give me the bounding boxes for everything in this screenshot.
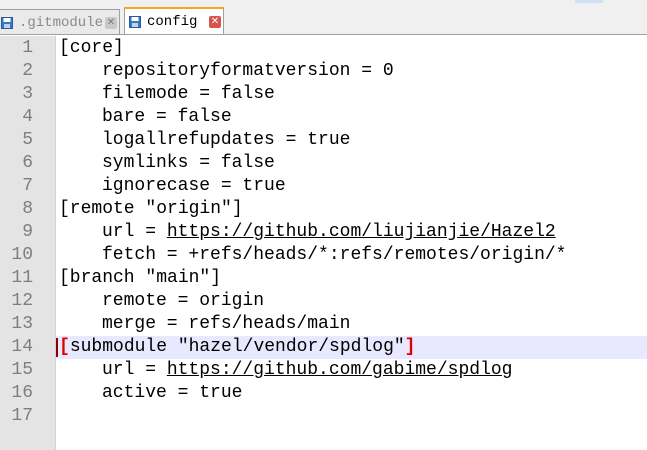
code-line[interactable]: 7 ignorecase = true	[0, 175, 647, 198]
code-line[interactable]: 8 [remote "origin"]	[0, 198, 647, 221]
code-text: fetch = +refs/heads/*:refs/remotes/origi…	[102, 245, 567, 265]
saved-file-icon	[1, 16, 13, 29]
line-number: 1	[22, 38, 33, 58]
tab-label: .gitmodules	[19, 14, 104, 31]
line-text: [remote "origin"]	[59, 198, 243, 221]
code-text: filemode = false	[102, 84, 275, 104]
code-line[interactable]: 12 remote = origin	[0, 290, 647, 313]
line-text: symlinks = false	[59, 152, 275, 175]
line-number: 2	[22, 61, 33, 81]
url-link[interactable]: https://github.com/liujianjie/Hazel2	[167, 222, 556, 242]
code-line[interactable]: 4 bare = false	[0, 106, 647, 129]
code-text: [core]	[59, 38, 124, 58]
code-text: active = true	[102, 383, 243, 403]
code-text: [remote "origin"]	[59, 199, 243, 219]
code-line[interactable]: 16 active = true	[0, 382, 647, 405]
code-text: remote = origin	[102, 291, 265, 311]
code-line[interactable]: 6 symlinks = false	[0, 152, 647, 175]
code-text: logallrefupdates = true	[102, 130, 351, 150]
line-number: 9	[22, 222, 33, 242]
line-text: logallrefupdates = true	[59, 129, 350, 152]
line-text: [submodule "hazel/vendor/spdlog"]	[59, 336, 415, 359]
code-line[interactable]: 13 merge = refs/heads/main	[0, 313, 647, 336]
code-line[interactable]: 15 url = https://github.com/gabime/spdlog	[0, 359, 647, 382]
line-number: 7	[22, 176, 33, 196]
line-text: repositoryformatversion = 0	[59, 60, 394, 83]
line-number: 12	[11, 291, 33, 311]
line-text: filemode = false	[59, 83, 275, 106]
line-text: [branch "main"]	[59, 267, 221, 290]
line-number: 11	[11, 268, 33, 288]
code-text: submodule "hazel/vendor/spdlog"	[69, 337, 405, 357]
code-text: symlinks = false	[102, 153, 275, 173]
line-text: [core]	[59, 37, 124, 60]
line-number: 16	[11, 383, 33, 403]
line-text: fetch = +refs/heads/*:refs/remotes/origi…	[59, 244, 566, 267]
code-text: ignorecase = true	[102, 176, 286, 196]
url-link[interactable]: https://github.com/gabime/spdlog	[167, 360, 513, 380]
code-line[interactable]: 2 repositoryformatversion = 0	[0, 60, 647, 83]
line-number: 14	[11, 337, 33, 357]
line-number: 6	[22, 153, 33, 173]
line-text: ignorecase = true	[59, 175, 286, 198]
line-text: bare = false	[59, 106, 232, 129]
line-text: merge = refs/heads/main	[59, 313, 350, 336]
line-text: url = https://github.com/liujianjie/Haze…	[59, 221, 556, 244]
line-number: 4	[22, 107, 33, 127]
code-line[interactable]: 5 logallrefupdates = true	[0, 129, 647, 152]
code-line[interactable]: 11 [branch "main"]	[0, 267, 647, 290]
code-text: repositoryformatversion = 0	[102, 61, 394, 81]
matched-bracket: ]	[404, 337, 416, 357]
close-icon[interactable]: ✕	[209, 16, 221, 28]
line-text: remote = origin	[59, 290, 264, 313]
config-key: url =	[102, 360, 167, 380]
tab-bar: .gitmodules ✕ config ✕	[0, 0, 647, 35]
tab-label: config	[147, 14, 198, 30]
tab-gitmodules[interactable]: .gitmodules ✕	[0, 9, 120, 35]
code-text: merge = refs/heads/main	[102, 314, 351, 334]
matched-bracket: [	[59, 337, 70, 357]
close-icon[interactable]: ✕	[105, 16, 117, 29]
window-decoration	[575, 0, 603, 3]
line-number: 13	[11, 314, 33, 334]
line-number: 8	[22, 199, 33, 219]
code-line[interactable]: 14 [submodule "hazel/vendor/spdlog"]	[0, 336, 647, 359]
line-number: 15	[11, 360, 33, 380]
code-text: bare = false	[102, 107, 232, 127]
config-key: url =	[102, 222, 167, 242]
line-number: 5	[22, 130, 33, 150]
code-line[interactable]: 3 filemode = false	[0, 83, 647, 106]
text-caret	[56, 338, 58, 357]
code-line[interactable]: 10 fetch = +refs/heads/*:refs/remotes/ori…	[0, 244, 647, 267]
line-number: 10	[11, 245, 33, 265]
line-text: active = true	[59, 382, 242, 405]
code-line[interactable]: 17	[0, 405, 647, 428]
saved-file-icon	[129, 16, 141, 28]
line-number: 17	[11, 406, 33, 426]
code-text: [branch "main"]	[59, 268, 222, 288]
tab-bar-divider	[0, 34, 647, 35]
line-text: url = https://github.com/gabime/spdlog	[59, 359, 512, 382]
line-number: 3	[22, 84, 33, 104]
tab-config[interactable]: config ✕	[124, 7, 224, 35]
code-line[interactable]: 9 url = https://github.com/liujianjie/Haz…	[0, 221, 647, 244]
code-line[interactable]: 1 [core]	[0, 37, 647, 60]
